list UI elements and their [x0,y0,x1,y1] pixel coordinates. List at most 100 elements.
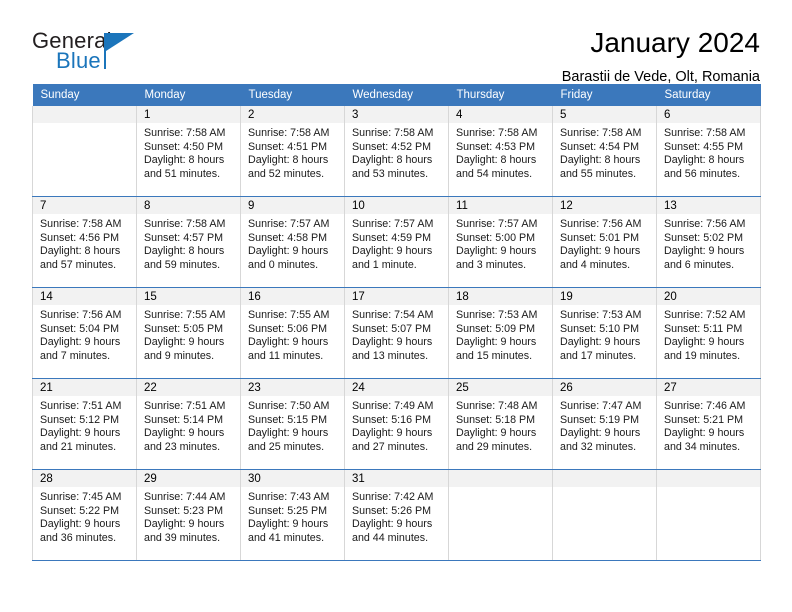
day-detail-line: Sunrise: 7:58 AM [144,127,226,139]
calendar-day-cell[interactable]: 2 Sunrise: 7:58 AM Sunset: 4:51 PM Daylight… [240,106,345,197]
weekday-header-thursday: Thursday [448,84,553,106]
calendar-day-cell[interactable]: 25 Sunrise: 7:48 AM Sunset: 5:18 PM Dayligh… [448,378,553,470]
day-detail-line: Daylight: 9 hours [248,336,329,348]
day-detail-line: Sunset: 4:51 PM [248,140,328,153]
day-detail-line: Sunset: 4:56 PM [40,231,120,244]
calendar-day-cell[interactable]: 10 Sunrise: 7:57 AM Sunset: 4:59 PM Dayligh… [344,196,449,288]
day-details: Sunrise: 7:48 AM Sunset: 5:18 PM Daylight:… [449,396,552,454]
day-number: 13 [657,197,760,214]
calendar-empty-cell [448,469,553,561]
day-number: 27 [657,379,760,396]
day-detail-line: Sunrise: 7:58 AM [144,218,226,230]
day-detail-line: Sunrise: 7:58 AM [40,218,122,230]
day-detail-line: Sunrise: 7:43 AM [248,491,330,503]
day-detail-line: and 7 minutes. [40,349,111,362]
weekday-header-row: Sunday Monday Tuesday Wednesday Thursday… [32,84,761,106]
day-details: Sunrise: 7:55 AM Sunset: 5:05 PM Daylight:… [137,305,240,363]
day-details: Sunrise: 7:56 AM Sunset: 5:02 PM Daylight:… [657,214,760,272]
day-details: Sunrise: 7:58 AM Sunset: 4:52 PM Daylight:… [345,123,448,181]
day-detail-line: Sunrise: 7:57 AM [456,218,538,230]
calendar-day-cell[interactable]: 1 Sunrise: 7:58 AM Sunset: 4:50 PM Daylight… [136,106,241,197]
calendar-day-cell[interactable]: 15 Sunrise: 7:55 AM Sunset: 5:05 PM Dayligh… [136,287,241,379]
day-detail-line: Daylight: 8 hours [456,154,537,166]
day-number: 4 [449,106,552,123]
day-number: 9 [241,197,344,214]
day-detail-line: Sunrise: 7:54 AM [352,309,434,321]
calendar-week-row: 1 Sunrise: 7:58 AM Sunset: 4:50 PM Daylight… [32,106,761,197]
day-details: Sunrise: 7:54 AM Sunset: 5:07 PM Daylight:… [345,305,448,363]
day-details: Sunrise: 7:57 AM Sunset: 4:59 PM Daylight:… [345,214,448,272]
day-detail-line: Sunrise: 7:45 AM [40,491,122,503]
calendar-day-cell[interactable]: 27 Sunrise: 7:46 AM Sunset: 5:21 PM Dayligh… [656,378,761,470]
calendar-day-cell[interactable]: 9 Sunrise: 7:57 AM Sunset: 4:58 PM Daylight… [240,196,345,288]
day-details: Sunrise: 7:42 AM Sunset: 5:26 PM Daylight:… [345,487,448,545]
day-detail-line: Daylight: 9 hours [40,427,121,439]
calendar-day-cell[interactable]: 14 Sunrise: 7:56 AM Sunset: 5:04 PM Dayligh… [32,287,137,379]
calendar-day-cell[interactable]: 24 Sunrise: 7:49 AM Sunset: 5:16 PM Dayligh… [344,378,449,470]
calendar-day-cell[interactable]: 30 Sunrise: 7:43 AM Sunset: 5:25 PM Dayligh… [240,469,345,561]
calendar-day-cell[interactable]: 6 Sunrise: 7:58 AM Sunset: 4:55 PM Daylight… [656,106,761,197]
day-detail-line: Daylight: 9 hours [248,245,329,257]
calendar-day-cell[interactable]: 29 Sunrise: 7:44 AM Sunset: 5:23 PM Dayligh… [136,469,241,561]
day-detail-line: Sunrise: 7:58 AM [352,127,434,139]
calendar-day-cell[interactable]: 21 Sunrise: 7:51 AM Sunset: 5:12 PM Dayligh… [32,378,137,470]
calendar-empty-cell [656,469,761,561]
calendar-day-cell[interactable]: 4 Sunrise: 7:58 AM Sunset: 4:53 PM Daylight… [448,106,553,197]
day-details: Sunrise: 7:45 AM Sunset: 5:22 PM Daylight:… [33,487,136,545]
day-details [657,487,760,491]
day-detail-line: Daylight: 9 hours [144,518,225,530]
calendar-day-cell[interactable]: 16 Sunrise: 7:55 AM Sunset: 5:06 PM Dayligh… [240,287,345,379]
calendar-day-cell[interactable]: 17 Sunrise: 7:54 AM Sunset: 5:07 PM Dayligh… [344,287,449,379]
day-details: Sunrise: 7:58 AM Sunset: 4:51 PM Daylight:… [241,123,344,181]
day-number: 16 [241,288,344,305]
calendar-empty-cell [32,106,137,197]
calendar-day-cell[interactable]: 12 Sunrise: 7:56 AM Sunset: 5:01 PM Dayligh… [552,196,657,288]
calendar-day-cell[interactable]: 18 Sunrise: 7:53 AM Sunset: 5:09 PM Dayligh… [448,287,553,379]
day-details: Sunrise: 7:58 AM Sunset: 4:56 PM Daylight:… [33,214,136,272]
calendar-day-cell[interactable]: 23 Sunrise: 7:50 AM Sunset: 5:15 PM Dayligh… [240,378,345,470]
day-detail-line: and 25 minutes. [248,440,325,453]
calendar-day-cell[interactable]: 22 Sunrise: 7:51 AM Sunset: 5:14 PM Dayligh… [136,378,241,470]
day-detail-line: and 15 minutes. [456,349,533,362]
day-detail-line: Sunset: 5:05 PM [144,322,224,335]
calendar-empty-cell [552,469,657,561]
day-number: 12 [553,197,656,214]
day-detail-line: Daylight: 9 hours [560,336,641,348]
calendar-day-cell[interactable]: 8 Sunrise: 7:58 AM Sunset: 4:57 PM Daylight… [136,196,241,288]
calendar-day-cell[interactable]: 3 Sunrise: 7:58 AM Sunset: 4:52 PM Daylight… [344,106,449,197]
calendar-day-cell[interactable]: 19 Sunrise: 7:53 AM Sunset: 5:10 PM Dayligh… [552,287,657,379]
calendar-day-cell[interactable]: 11 Sunrise: 7:57 AM Sunset: 5:00 PM Dayligh… [448,196,553,288]
day-detail-line: Daylight: 8 hours [560,154,641,166]
general-blue-logo[interactable]: General Blue [32,28,152,78]
day-detail-line: and 51 minutes. [144,167,221,180]
day-detail-line: Sunset: 5:11 PM [664,322,743,335]
day-detail-line: Sunset: 5:06 PM [248,322,328,335]
calendar-day-cell[interactable]: 31 Sunrise: 7:42 AM Sunset: 5:26 PM Dayligh… [344,469,449,561]
day-detail-line: Sunset: 4:57 PM [144,231,224,244]
day-detail-line: Daylight: 8 hours [144,245,225,257]
day-detail-line: Sunset: 5:14 PM [144,413,224,426]
day-number: 6 [657,106,760,123]
day-detail-line: and 4 minutes. [560,258,631,271]
day-details: Sunrise: 7:46 AM Sunset: 5:21 PM Daylight:… [657,396,760,454]
page-subtitle: Barastii de Vede, Olt, Romania [561,68,760,85]
day-number: 30 [241,470,344,487]
day-detail-line: Sunset: 5:00 PM [456,231,536,244]
day-detail-line: Sunset: 4:52 PM [352,140,432,153]
day-detail-line: and 52 minutes. [248,167,325,180]
calendar-body: 1 Sunrise: 7:58 AM Sunset: 4:50 PM Daylight… [32,106,761,561]
day-detail-line: Sunset: 5:01 PM [560,231,640,244]
calendar-day-cell[interactable]: 20 Sunrise: 7:52 AM Sunset: 5:11 PM Dayligh… [656,287,761,379]
day-number: 23 [241,379,344,396]
day-details: Sunrise: 7:47 AM Sunset: 5:19 PM Daylight:… [553,396,656,454]
day-details: Sunrise: 7:58 AM Sunset: 4:54 PM Daylight:… [553,123,656,181]
calendar-day-cell[interactable]: 13 Sunrise: 7:56 AM Sunset: 5:02 PM Dayligh… [656,196,761,288]
day-detail-line: and 27 minutes. [352,440,429,453]
calendar-day-cell[interactable]: 7 Sunrise: 7:58 AM Sunset: 4:56 PM Daylight… [32,196,137,288]
calendar-week-row: 21 Sunrise: 7:51 AM Sunset: 5:12 PM Dayligh… [32,378,761,470]
day-details: Sunrise: 7:53 AM Sunset: 5:10 PM Daylight:… [553,305,656,363]
day-detail-line: Daylight: 9 hours [352,518,433,530]
calendar-day-cell[interactable]: 5 Sunrise: 7:58 AM Sunset: 4:54 PM Daylight… [552,106,657,197]
calendar-day-cell[interactable]: 26 Sunrise: 7:47 AM Sunset: 5:19 PM Dayligh… [552,378,657,470]
calendar-day-cell[interactable]: 28 Sunrise: 7:45 AM Sunset: 5:22 PM Dayligh… [32,469,137,561]
